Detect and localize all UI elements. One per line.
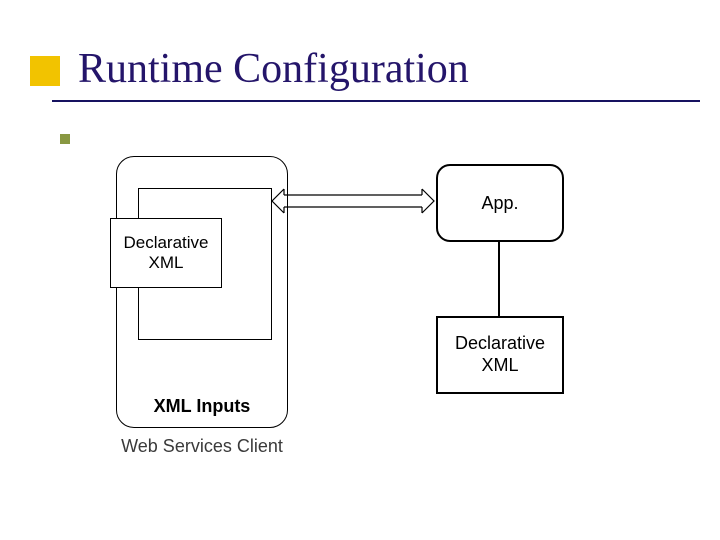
slide-title: Runtime Configuration	[78, 45, 469, 93]
xml-inputs-label: XML Inputs	[117, 396, 287, 417]
declarative-xml-right-box: Declarative XML	[436, 316, 564, 394]
title-divider	[52, 100, 700, 102]
web-services-client-label: Web Services Client	[113, 436, 291, 457]
app-label: App.	[481, 193, 518, 214]
accent-square-icon	[30, 56, 60, 86]
declarative-xml-left-box: Declarative XML	[110, 218, 222, 288]
bidirectional-arrow-icon	[272, 189, 434, 213]
declarative-xml-left-label: Declarative XML	[123, 233, 208, 274]
runtime-configuration-diagram: XML Inputs Web Services Client Declarati…	[116, 156, 636, 456]
app-box: App.	[436, 164, 564, 242]
declarative-xml-right-label: Declarative XML	[455, 333, 545, 376]
bullet-icon	[60, 134, 70, 144]
app-to-xml-connector	[498, 240, 500, 316]
